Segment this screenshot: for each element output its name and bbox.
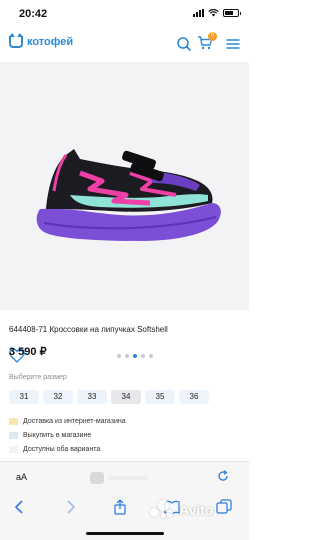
product-title: 644408-71 Кроссовки на липучках Softshel… [9,325,168,334]
size-selector: 31 32 33 34 35 36 [9,390,209,404]
carousel-dots[interactable] [117,354,153,358]
status-icons [193,9,241,17]
delivery-text: Доступны оба варианта [23,446,101,453]
cart-count-badge: 0 [208,32,217,41]
product-price: 3 590 ₽ [9,346,47,358]
share-icon[interactable] [112,499,128,515]
forward-icon[interactable] [62,499,78,515]
delivery-swatch [9,446,18,453]
size-label: Выберите размер [9,374,67,381]
carousel-dot[interactable] [149,354,153,358]
carousel-dot[interactable] [125,354,129,358]
size-option[interactable]: 36 [179,390,209,404]
status-bar: 20:42 [0,0,249,28]
product-gallery[interactable] [0,62,249,363]
reader-settings-button[interactable]: aA [16,472,27,482]
carousel-dot[interactable] [117,354,121,358]
delivery-options: Доставка из интернет-магазина Выкупить в … [9,415,126,457]
lock-icon [90,472,104,484]
reload-icon[interactable] [217,470,229,482]
delivery-row: Доступны оба варианта [9,443,126,456]
back-icon[interactable] [12,499,28,515]
menu-icon[interactable] [224,35,242,53]
delivery-row: Доставка из интернет-магазина [9,415,126,428]
avito-watermark: Avito [150,500,213,520]
size-option[interactable]: 32 [43,390,73,404]
wifi-icon [208,9,219,17]
address-bar[interactable] [108,476,148,480]
delivery-row: Выкупить в магазине [9,429,126,442]
size-option[interactable]: 33 [77,390,107,404]
brand-logo[interactable]: котофей [9,33,74,48]
tabs-icon[interactable] [216,499,232,515]
battery-icon [223,9,241,17]
brand-name: котофей [27,36,74,48]
signal-icon [193,9,204,17]
delivery-swatch [9,432,18,439]
delivery-text: Доставка из интернет-магазина [23,418,126,425]
delivery-text: Выкупить в магазине [23,432,92,439]
carousel-dot[interactable] [133,354,137,358]
cart-button[interactable]: 0 [197,32,217,53]
product-image[interactable] [30,137,230,247]
cat-logo-icon [9,33,23,48]
size-option[interactable]: 31 [9,390,39,404]
carousel-dot[interactable] [141,354,145,358]
app-header: котофей 0 [0,30,249,60]
status-time: 20:42 [19,8,48,20]
home-indicator [86,532,164,535]
search-icon[interactable] [175,35,193,53]
watermark-text: Avito [179,502,214,518]
delivery-swatch [9,418,18,425]
size-option[interactable]: 34 [111,390,141,404]
size-option[interactable]: 35 [145,390,175,404]
avito-logo-icon [150,500,176,520]
